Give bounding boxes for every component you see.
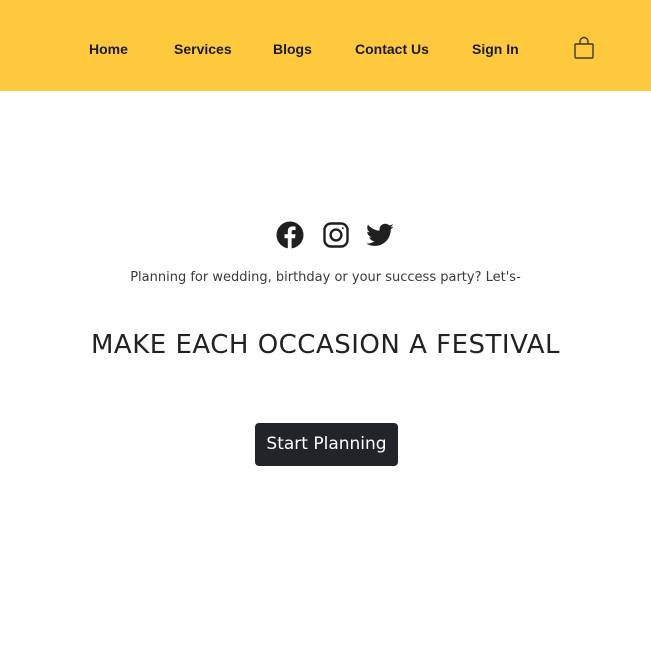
twitter-icon[interactable] [365, 220, 395, 250]
social-links [0, 220, 651, 250]
hero-headline: MAKE EACH OCCASION A FESTIVAL [91, 330, 560, 360]
top-navbar: Home Services Blogs Contact Us Sign In [0, 0, 651, 91]
nav-services-link[interactable]: Services [174, 40, 232, 58]
nav-contact-us-link[interactable]: Contact Us [355, 40, 429, 58]
hero-tagline: Planning for wedding, birthday or your s… [130, 270, 521, 285]
nav-home-link[interactable]: Home [89, 40, 128, 58]
shopping-bag-icon[interactable] [572, 36, 596, 60]
instagram-icon[interactable] [321, 220, 351, 250]
facebook-icon[interactable] [275, 220, 305, 250]
start-planning-button[interactable]: Start Planning [255, 423, 398, 466]
nav-blogs-link[interactable]: Blogs [273, 40, 312, 58]
nav-sign-in-link[interactable]: Sign In [472, 40, 519, 58]
